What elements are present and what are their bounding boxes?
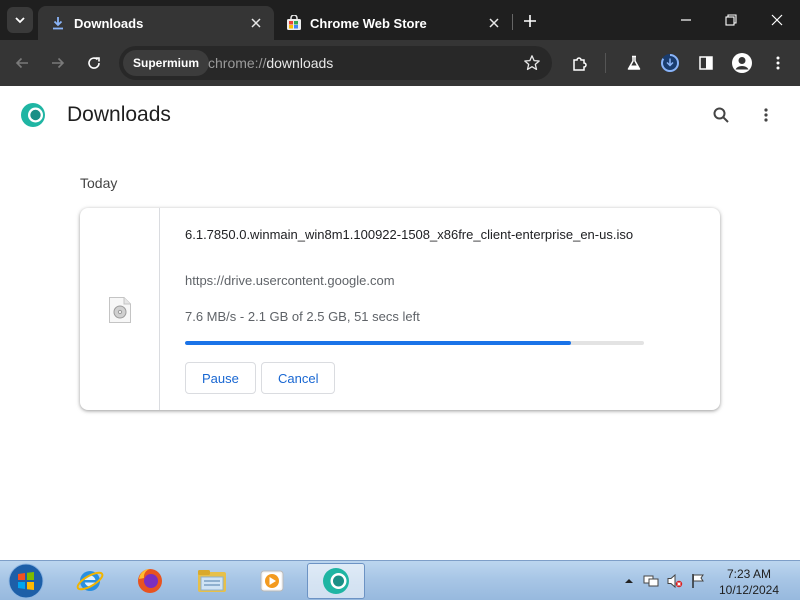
close-icon	[771, 14, 783, 26]
supermium-icon	[323, 568, 349, 594]
speaker-muted-icon	[667, 573, 683, 589]
file-source-url[interactable]: https://drive.usercontent.google.com	[185, 273, 395, 288]
taskbar-supermium[interactable]	[307, 563, 365, 599]
taskbar-file-explorer[interactable]	[183, 563, 241, 599]
site-chip[interactable]: Supermium	[123, 50, 210, 76]
forward-button[interactable]	[46, 51, 70, 75]
search-downloads-button[interactable]	[710, 104, 732, 126]
star-icon	[524, 55, 540, 71]
download-progress-icon	[661, 54, 679, 72]
extensions-button[interactable]	[568, 51, 592, 75]
address-bar[interactable]: Supermium chrome://downloads	[119, 46, 552, 80]
downloads-menu-button[interactable]	[755, 104, 777, 126]
close-icon[interactable]	[248, 15, 264, 31]
flag-icon	[692, 574, 704, 588]
show-hidden-icons-button[interactable]	[621, 573, 637, 589]
tab-separator	[512, 14, 513, 30]
tab-search-button[interactable]	[7, 7, 33, 33]
taskbar-media-player[interactable]	[243, 563, 301, 599]
avatar-icon	[732, 53, 752, 73]
taskbar-firefox[interactable]	[121, 563, 179, 599]
taskbar: 7:23 AM 10/12/2024	[0, 560, 800, 600]
toolbar-divider	[605, 53, 606, 73]
action-center-icon[interactable]	[690, 573, 706, 589]
plus-icon	[524, 15, 536, 27]
side-panel-button[interactable]	[694, 51, 718, 75]
date-section-label: Today	[80, 175, 118, 191]
system-clock[interactable]: 7:23 AM 10/12/2024	[712, 566, 786, 598]
internet-explorer-icon	[76, 571, 104, 591]
tab-title: Downloads	[74, 15, 144, 31]
chevron-down-icon	[15, 17, 25, 24]
tab-title: Chrome Web Store	[310, 15, 427, 31]
puzzle-icon	[573, 57, 587, 71]
flask-icon	[627, 55, 641, 70]
network-icon	[643, 575, 659, 587]
download-item: 6.1.7850.0.winmain_win8m1.100922-1508_x8…	[80, 208, 720, 410]
clock-time: 7:23 AM	[726, 567, 772, 581]
disc-image-file-icon	[109, 297, 131, 323]
network-status-icon[interactable]	[643, 573, 659, 589]
url-scheme: chrome://	[208, 55, 267, 71]
cancel-button[interactable]: Cancel	[261, 362, 336, 394]
close-window-button[interactable]	[767, 10, 787, 30]
arrow-right-icon	[52, 57, 65, 69]
chevron-up-icon	[625, 579, 633, 583]
page-title: Downloads	[67, 103, 171, 126]
taskbar-internet-explorer[interactable]	[61, 563, 119, 599]
file-explorer-icon	[198, 570, 226, 592]
labs-button[interactable]	[622, 51, 646, 75]
clock-date: 10/12/2024	[718, 583, 780, 597]
supermium-logo-icon	[21, 103, 45, 127]
download-status-button[interactable]	[658, 51, 682, 75]
file-name[interactable]: 6.1.7850.0.winmain_win8m1.100922-1508_x8…	[185, 225, 635, 244]
progress-bar	[185, 341, 644, 345]
back-button[interactable]	[10, 51, 34, 75]
media-player-icon	[260, 570, 284, 592]
web-store-icon	[286, 15, 302, 31]
tab-strip: Downloads Chrome Web Store	[0, 0, 800, 40]
volume-muted-icon[interactable]	[667, 573, 683, 589]
minimize-button[interactable]	[676, 10, 696, 30]
download-icon	[50, 15, 66, 31]
profile-button[interactable]	[730, 51, 754, 75]
download-status: 7.6 MB/s - 2.1 GB of 2.5 GB, 51 secs lef…	[185, 309, 420, 324]
reload-button[interactable]	[82, 51, 106, 75]
close-icon[interactable]	[486, 15, 502, 31]
windows-logo-icon	[8, 563, 44, 599]
more-vert-icon	[764, 108, 768, 122]
url-text[interactable]: chrome://downloads	[208, 55, 333, 71]
browser-menu-button[interactable]	[766, 51, 790, 75]
firefox-icon	[138, 568, 162, 593]
progress-fill	[185, 341, 571, 345]
search-icon	[713, 107, 729, 123]
bookmark-star-button[interactable]	[522, 53, 542, 73]
arrow-left-icon	[15, 57, 28, 69]
minimize-icon	[681, 19, 691, 21]
tab-chrome-web-store[interactable]: Chrome Web Store	[276, 6, 512, 40]
restore-button[interactable]	[721, 10, 741, 30]
restore-icon	[725, 14, 737, 26]
url-path: downloads	[266, 55, 334, 71]
reload-icon	[88, 57, 100, 69]
file-icon-column	[80, 208, 160, 410]
more-vert-icon	[776, 56, 780, 70]
pause-button[interactable]: Pause	[185, 362, 256, 394]
start-button[interactable]	[6, 563, 46, 599]
toolbar: Supermium chrome://downloads	[0, 40, 800, 86]
side-panel-icon	[699, 56, 713, 70]
tab-downloads[interactable]: Downloads	[38, 6, 274, 40]
new-tab-button[interactable]	[520, 11, 540, 31]
